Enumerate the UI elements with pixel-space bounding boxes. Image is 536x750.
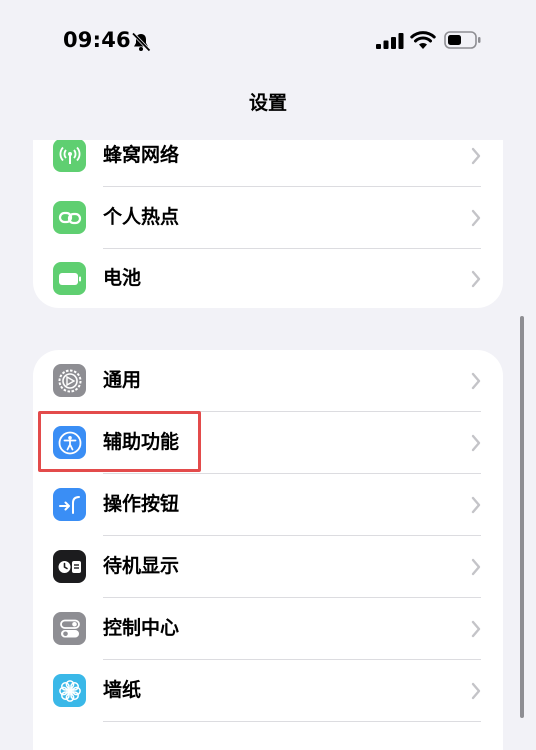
chevron-right-icon [471, 270, 481, 288]
settings-row-label: 操作按钮 [103, 493, 180, 515]
page-title: 设置 [248, 92, 287, 114]
settings-group-general: 通用 辅助功能 操作按钮 待机显示 控制中心 墙纸 [33, 350, 503, 750]
chevron-right-icon [471, 147, 481, 165]
settings-row-label: 墙纸 [103, 679, 142, 701]
chevron-right-icon [471, 558, 481, 576]
settings-row-control-center[interactable]: 控制中心 [33, 598, 503, 660]
scroll-indicator[interactable] [520, 316, 524, 718]
highlight-box [38, 411, 201, 472]
hotspot-link-icon [53, 201, 86, 234]
chevron-right-icon [471, 209, 481, 227]
cellular-signal-icon [376, 33, 404, 49]
settings-row-general[interactable]: 通用 [33, 350, 503, 412]
settings-row-label: 通用 [103, 369, 142, 391]
settings-row-label: 控制中心 [103, 617, 180, 639]
battery-icon [53, 262, 86, 295]
chevron-right-icon [471, 496, 481, 514]
settings-row-label: 电池 [103, 267, 142, 289]
chevron-right-icon [471, 620, 481, 638]
flower-icon [53, 674, 86, 707]
gear-icon [53, 364, 86, 397]
chevron-right-icon [471, 682, 481, 700]
toggles-icon [53, 612, 86, 645]
action-button-icon [53, 488, 86, 521]
settings-row-cellular[interactable]: 蜂窝网络 [33, 140, 503, 187]
settings-group-connectivity: 蜂窝网络 个人热点 电池 [33, 140, 503, 308]
settings-row-label: 待机显示 [103, 555, 180, 577]
settings-row-wallpaper[interactable]: 墙纸 [33, 660, 503, 722]
status-bar: 09:46 [0, 0, 536, 80]
standby-icon [53, 550, 86, 583]
cellular-antenna-icon [53, 140, 86, 172]
settings-row-action-button[interactable]: 操作按钮 [33, 474, 503, 536]
settings-row-hotspot[interactable]: 个人热点 [33, 187, 503, 249]
status-time: 09:46 [63, 28, 131, 52]
settings-row-label: 蜂窝网络 [103, 144, 180, 166]
wifi-icon [410, 31, 436, 49]
row-separator [103, 721, 481, 722]
settings-row-label: 个人热点 [103, 206, 180, 228]
settings-row-battery[interactable]: 电池 [33, 248, 503, 308]
bell-slash-icon [131, 32, 151, 52]
chevron-right-icon [471, 434, 481, 452]
chevron-right-icon [471, 372, 481, 390]
battery-status-icon [444, 31, 481, 49]
settings-row-standby[interactable]: 待机显示 [33, 536, 503, 598]
